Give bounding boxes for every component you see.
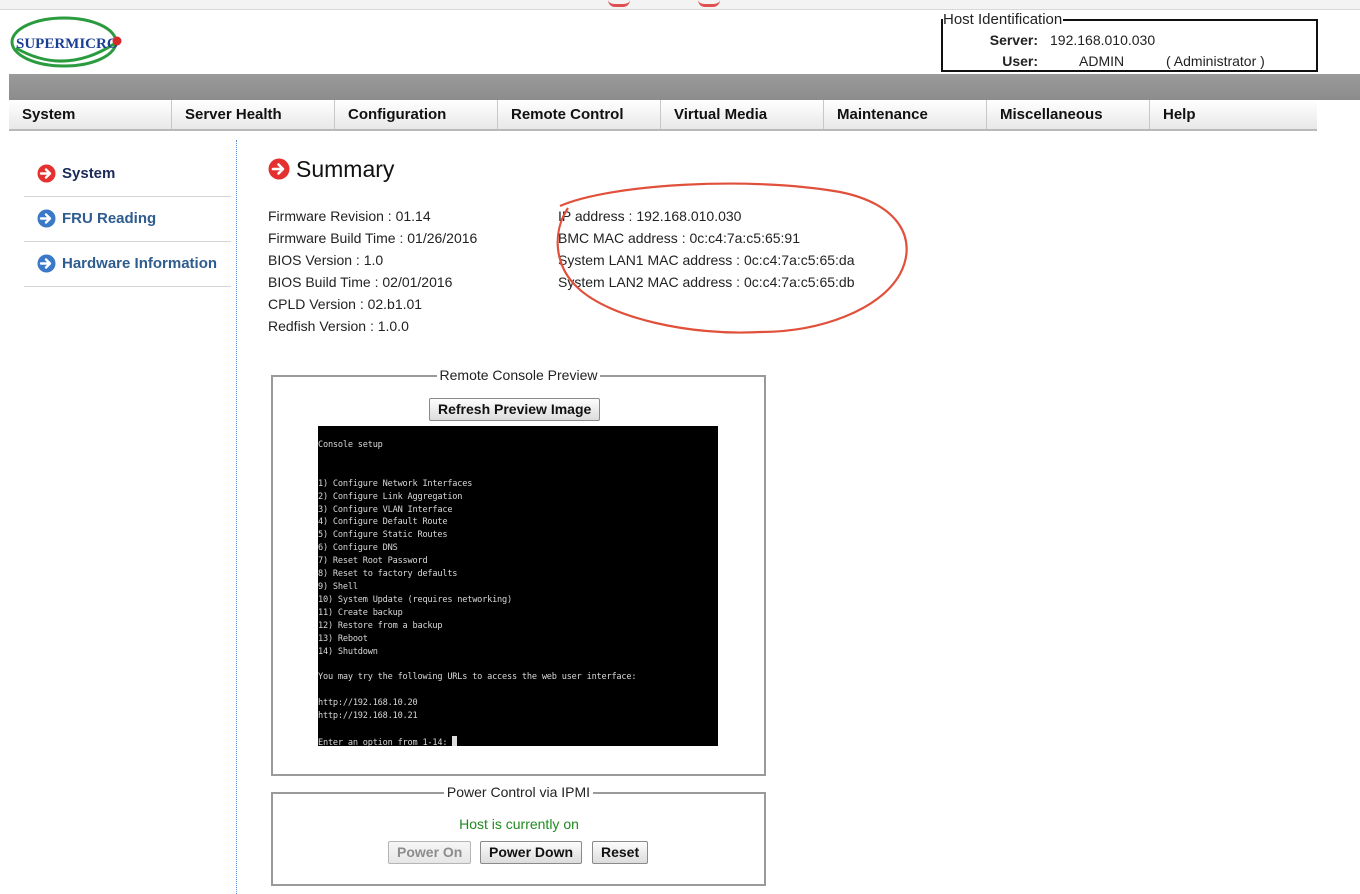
sidebar-item-label: Hardware Information (62, 255, 218, 272)
tab-mark (608, 0, 630, 7)
user-value: ADMIN (1079, 53, 1125, 69)
firmware-revision: Firmware Revision : 01.14 (268, 208, 431, 224)
network-info-list: IP address : 192.168.010.030 BMC MAC add… (558, 205, 854, 293)
logo-text: SUPERMICRO (16, 36, 119, 52)
console-cursor (452, 735, 458, 746)
nav-configuration[interactable]: Configuration (335, 100, 498, 129)
sidebar-divider (236, 140, 237, 894)
lan2-mac-address: System LAN2 MAC address : 0c:c4:7a:c5:65… (558, 274, 855, 290)
power-down-button[interactable]: Power Down (480, 841, 583, 864)
blue-arrow-circle-icon (37, 254, 56, 273)
reset-button[interactable]: Reset (592, 841, 649, 864)
nav-maintenance[interactable]: Maintenance (824, 100, 987, 129)
power-control-panel: Power Control via IPMI (271, 784, 766, 886)
host-identification-box: Host Identification Server: 192.168.010.… (941, 11, 1318, 72)
cpld-version: CPLD Version : 02.b1.01 (268, 296, 423, 312)
bios-version: BIOS Version : 1.0 (268, 252, 384, 268)
supermicro-logo: SUPERMICRO (10, 14, 122, 70)
sidebar-item-label: System (62, 165, 116, 182)
blue-arrow-circle-icon (37, 209, 56, 228)
console-output: Console setup 1) Configure Network Inter… (318, 440, 637, 746)
page-title-text: Summary (296, 156, 395, 182)
server-label: Server: (989, 32, 1038, 48)
user-label: User: (1002, 53, 1038, 69)
sidebar-item-label: FRU Reading (62, 210, 157, 227)
red-arrow-circle-icon (268, 158, 290, 180)
remote-console-preview-legend: Remote Console Preview (436, 367, 601, 383)
nav-server-health[interactable]: Server Health (172, 100, 335, 129)
tab-mark (698, 0, 720, 7)
nav-help[interactable]: Help (1150, 100, 1317, 129)
sidebar-item-fru-reading[interactable]: FRU Reading (24, 197, 231, 242)
power-control-legend: Power Control via IPMI (443, 784, 594, 800)
sidebar: System FRU Reading Hardware Information (24, 152, 231, 287)
header-grey-bar (9, 74, 1360, 100)
bios-build-time: BIOS Build Time : 02/01/2016 (268, 274, 453, 290)
nav-virtual-media[interactable]: Virtual Media (661, 100, 824, 129)
console-preview-image[interactable]: Console setup 1) Configure Network Inter… (318, 426, 718, 746)
lan1-mac-address: System LAN1 MAC address : 0c:c4:7a:c5:65… (558, 252, 855, 268)
redfish-version: Redfish Version : 1.0.0 (268, 318, 409, 334)
browser-top-strip (0, 0, 1360, 10)
user-role: ( Administrator ) (1166, 53, 1265, 69)
refresh-preview-button[interactable]: Refresh Preview Image (429, 398, 601, 421)
nav-miscellaneous[interactable]: Miscellaneous (987, 100, 1150, 129)
bmc-mac-address: BMC MAC address : 0c:c4:7a:c5:65:91 (558, 230, 800, 246)
host-identification-legend: Host Identification (943, 11, 1064, 29)
ip-address: IP address : 192.168.010.030 (558, 208, 742, 224)
firmware-info-list: Firmware Revision : 01.14 Firmware Build… (268, 205, 477, 337)
nav-system[interactable]: System (9, 100, 172, 129)
sidebar-item-hardware-information[interactable]: Hardware Information (24, 242, 231, 287)
main-nav: System Server Health Configuration Remot… (9, 100, 1317, 131)
power-on-button[interactable]: Power On (388, 841, 472, 864)
red-arrow-circle-icon (37, 164, 56, 183)
console-text: Console setup 1) Configure Network Inter… (318, 439, 637, 746)
firmware-build-time: Firmware Build Time : 01/26/2016 (268, 230, 478, 246)
sidebar-item-system[interactable]: System (24, 152, 231, 197)
nav-remote-control[interactable]: Remote Control (498, 100, 661, 129)
server-value: 192.168.010.030 (1050, 32, 1156, 48)
host-power-status: Host is currently on (459, 816, 579, 832)
